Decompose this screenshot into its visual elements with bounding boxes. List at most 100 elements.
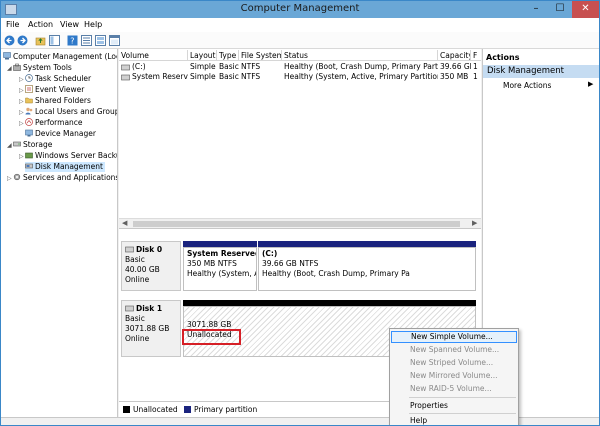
cell-file-system: NTFS <box>241 72 261 81</box>
cell-free-space: 1 <box>473 62 478 71</box>
cell-layout: Simple <box>190 72 216 81</box>
column-header-capacity[interactable]: Capacity <box>438 50 471 61</box>
maximize-button[interactable]: ☐ <box>548 1 572 18</box>
column-header-file-system[interactable]: File System <box>239 50 282 61</box>
tree-item-task-scheduler[interactable]: ▷ Task Scheduler <box>19 74 91 84</box>
properties-icon[interactable] <box>81 35 92 46</box>
tree-item-windows-server-backup[interactable]: ▷ Windows Server Backup <box>19 151 118 161</box>
partition-name: System Reserved <box>187 249 257 258</box>
menu-item-help[interactable]: Help <box>391 415 517 425</box>
tree-label-services-applications: Services and Applications <box>23 173 118 182</box>
computer-management-window: Computer Management – ☐ ✕ File Action Vi… <box>0 0 600 426</box>
tree-label-event-viewer: Event Viewer <box>35 85 85 94</box>
disk-1-size: 3071.88 GB <box>125 324 170 333</box>
event-viewer-icon <box>25 85 33 93</box>
volume-list: Volume Layout Type File System Status Ca… <box>119 49 481 229</box>
highlight-box <box>182 329 241 345</box>
cell-capacity: 350 MB <box>440 72 469 81</box>
cell-file-system: NTFS <box>241 62 261 71</box>
settings-icon[interactable] <box>95 35 106 46</box>
menu-item-new-simple-volume[interactable]: New Simple Volume... <box>391 331 517 343</box>
tree-item-performance[interactable]: ▷ Performance <box>19 118 83 128</box>
menu-bar: File Action View Help <box>1 18 599 32</box>
scrollbar-thumb[interactable] <box>133 221 460 227</box>
menu-help[interactable]: Help <box>84 20 102 29</box>
new-window-icon[interactable] <box>109 35 120 46</box>
disk-0-label[interactable]: Disk 0 Basic 40.00 GB Online <box>121 241 181 291</box>
menu-item-new-mirrored-volume[interactable]: New Mirrored Volume... <box>391 370 517 382</box>
menu-view[interactable]: View <box>60 20 79 29</box>
tree-label-system-tools: System Tools <box>23 63 72 72</box>
cell-volume: (C:) <box>132 62 146 71</box>
backup-icon <box>25 152 33 159</box>
column-header-layout[interactable]: Layout <box>188 50 217 61</box>
performance-icon <box>25 118 33 126</box>
tree-label-computer-management: Computer Management (Local <box>13 52 118 61</box>
chevron-right-icon[interactable]: ▶ <box>588 80 593 88</box>
tree-item-local-users[interactable]: ▷ Local Users and Groups <box>19 107 118 117</box>
legend-primary: Primary partition <box>194 405 258 414</box>
device-manager-icon <box>25 129 33 137</box>
tree-label-task-scheduler: Task Scheduler <box>35 74 92 83</box>
menu-file[interactable]: File <box>6 20 19 29</box>
minimize-button[interactable]: – <box>524 1 548 18</box>
partition-c-drive[interactable]: (C:) 39.66 GB NTFS Healthy (Boot, Crash … <box>258 247 476 291</box>
tree-item-event-viewer[interactable]: ▷ Event Viewer <box>19 85 84 95</box>
more-actions[interactable]: More Actions <box>503 81 551 90</box>
primary-swatch <box>184 406 192 413</box>
menu-separator <box>409 413 516 414</box>
volume-icon <box>121 64 130 71</box>
computer-icon <box>3 52 11 60</box>
menu-item-new-raid5-volume[interactable]: New RAID-5 Volume... <box>391 383 517 395</box>
tree-item-system-tools[interactable]: ◢ System Tools <box>7 63 72 73</box>
menu-item-properties[interactable]: Properties <box>391 400 517 412</box>
tree-item-services-applications[interactable]: ▷ Services and Applications <box>7 173 118 183</box>
console-tree: Computer Management (Local ◢ System Tools… <box>1 49 118 417</box>
services-icon <box>13 173 21 181</box>
actions-header: Actions <box>486 53 520 62</box>
cell-type: Basic <box>219 72 239 81</box>
help-icon[interactable]: ? <box>67 35 78 46</box>
tree-label-local-users: Local Users and Groups <box>35 107 118 116</box>
menu-item-new-spanned-volume[interactable]: New Spanned Volume... <box>391 344 517 356</box>
column-header-type[interactable]: Type <box>217 50 239 61</box>
tree-item-shared-folders[interactable]: ▷ Shared Folders <box>19 96 91 106</box>
disk-1-label[interactable]: Disk 1 Basic 3071.88 GB Online <box>121 300 181 357</box>
disk-0-type: Basic <box>125 255 145 264</box>
disk-0-state: Online <box>125 275 150 284</box>
column-header-free-space[interactable]: F <box>471 50 481 61</box>
scroll-left-icon[interactable]: ◀ <box>122 219 127 227</box>
actions-section-disk-management[interactable]: Disk Management <box>483 65 599 78</box>
up-folder-icon[interactable] <box>35 35 46 46</box>
partition-size: 39.66 GB NTFS <box>262 259 319 268</box>
partition-name: (C:) <box>262 249 278 258</box>
menu-action[interactable]: Action <box>28 20 53 29</box>
volume-icon <box>121 74 130 81</box>
unallocated-swatch <box>123 406 130 413</box>
show-console-tree-icon[interactable] <box>49 35 60 46</box>
cell-volume: System Reserved <box>132 72 188 81</box>
tree-item-device-manager[interactable]: Device Manager <box>25 129 96 139</box>
column-header-status[interactable]: Status <box>282 50 438 61</box>
close-button[interactable]: ✕ <box>572 1 599 18</box>
tree-label-shared-folders: Shared Folders <box>35 96 91 105</box>
menu-item-new-striped-volume[interactable]: New Striped Volume... <box>391 357 517 369</box>
forward-arrow-icon[interactable] <box>17 35 28 46</box>
cell-capacity: 39.66 GB <box>440 62 471 71</box>
column-header-volume[interactable]: Volume <box>119 50 188 61</box>
tree-label-windows-server-backup: Windows Server Backup <box>35 151 118 160</box>
tree-item-computer-management[interactable]: Computer Management (Local <box>3 52 118 62</box>
tree-item-storage[interactable]: ◢ Storage <box>7 140 52 150</box>
toolbox-icon <box>13 63 21 71</box>
cell-layout: Simple <box>190 62 216 71</box>
tree-item-disk-management[interactable]: Disk Management <box>25 162 105 172</box>
partition-system-reserved[interactable]: System Reserved 350 MB NTFS Healthy (Sys… <box>183 247 257 291</box>
toolbar: ? <box>1 32 599 49</box>
users-icon <box>25 107 33 115</box>
horizontal-scrollbar[interactable]: ◀ ▶ <box>119 218 481 228</box>
partition-status: Healthy (Boot, Crash Dump, Primary Pa <box>262 269 410 278</box>
scroll-right-icon[interactable]: ▶ <box>472 219 477 227</box>
cell-type: Basic <box>219 62 239 71</box>
window-title: Computer Management <box>240 3 360 14</box>
back-arrow-icon[interactable] <box>4 35 15 46</box>
